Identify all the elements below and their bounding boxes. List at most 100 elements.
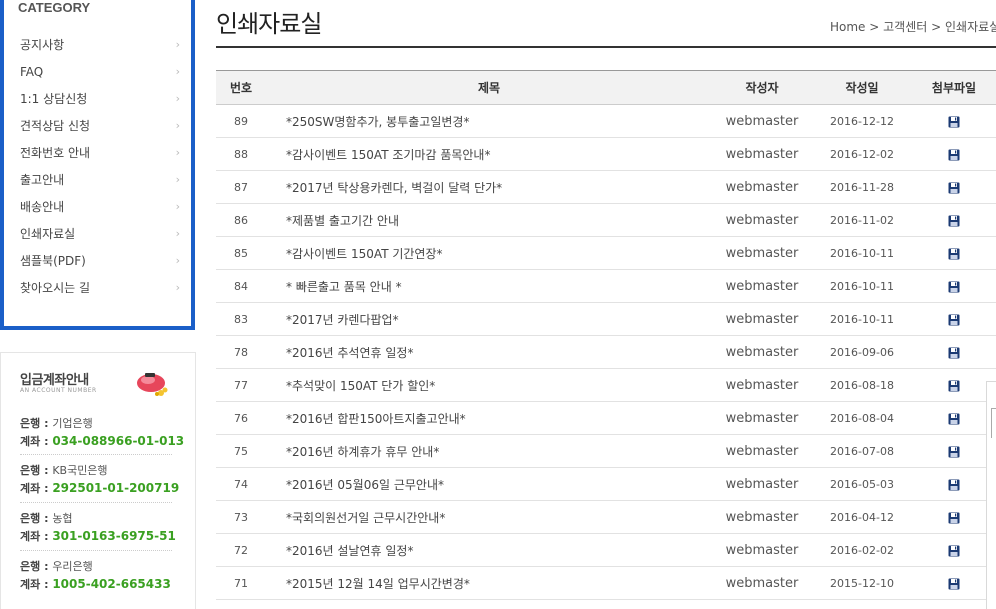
row-date: 2016-12-02 xyxy=(812,137,912,171)
floppy-disk-icon[interactable] xyxy=(948,116,960,128)
row-title-link[interactable]: *2016년 합판150아트지출고안내* xyxy=(266,401,712,435)
row-writer: webmaster xyxy=(712,104,812,138)
chevron-right-icon: › xyxy=(175,92,180,105)
floppy-disk-icon[interactable] xyxy=(948,446,960,458)
row-title-link[interactable]: *2016년 05월06일 근무안내* xyxy=(266,467,712,501)
category-item-label: 찾아오시는 길 xyxy=(20,281,91,295)
floppy-disk-icon[interactable] xyxy=(948,149,960,161)
row-title-link[interactable]: *2015년 12월 14일 업무시간변경* xyxy=(266,566,712,600)
row-attachment[interactable] xyxy=(912,467,996,501)
row-attachment[interactable] xyxy=(912,500,996,534)
table-row: 74 *2016년 05월06일 근무안내* webmaster 2016-05-03 xyxy=(216,467,996,501)
row-writer: webmaster xyxy=(712,335,812,369)
category-item-notice[interactable]: 공지사항 › xyxy=(18,36,184,63)
row-attachment[interactable] xyxy=(912,236,996,270)
floppy-disk-icon[interactable] xyxy=(948,578,960,590)
floppy-disk-icon[interactable] xyxy=(948,413,960,425)
account-label: 계좌 : xyxy=(20,530,53,543)
row-attachment[interactable] xyxy=(912,434,996,468)
row-title-link[interactable]: * 빠른출고 품목 안내 * xyxy=(266,269,712,303)
floppy-disk-icon[interactable] xyxy=(948,248,960,260)
row-number: 73 xyxy=(216,500,266,534)
floppy-disk-icon[interactable] xyxy=(948,380,960,392)
breadcrumb-home[interactable]: Home xyxy=(830,20,865,34)
row-title-link[interactable]: *2017년 카렌다팝업* xyxy=(266,302,712,336)
category-item-label: 출고안내 xyxy=(20,173,65,187)
bank-label: 은행 : xyxy=(20,512,53,525)
row-date: 2016-11-28 xyxy=(812,170,912,204)
row-attachment[interactable] xyxy=(912,335,996,369)
row-writer: webmaster xyxy=(712,533,812,567)
category-item-estimate[interactable]: 견적상담 신청 › xyxy=(18,117,184,144)
floppy-disk-icon[interactable] xyxy=(948,479,960,491)
row-title-link[interactable]: *2017년 탁상용카렌다, 벽걸이 달력 단가* xyxy=(266,170,712,204)
row-writer: webmaster xyxy=(712,467,812,501)
breadcrumb-customer-center[interactable]: 고객센터 xyxy=(883,20,927,34)
row-writer: webmaster xyxy=(712,401,812,435)
breadcrumb-separator: > xyxy=(927,20,945,34)
row-attachment[interactable] xyxy=(912,104,996,138)
category-item-shipping-out[interactable]: 출고안내 › xyxy=(18,171,184,198)
row-title-link[interactable]: *250SW명함추가, 봉투출고일변경* xyxy=(266,104,712,138)
board-table: 번호 제목 작성자 작성일 첨부파일 89 *250SW명함추가, 봉투출고일변경… xyxy=(216,70,996,600)
table-row: 88 *감사이벤트 150AT 조기마감 품목안내* webmaster 2016-1… xyxy=(216,137,996,171)
row-title-link[interactable]: *국회의원선거일 근무시간안내* xyxy=(266,500,712,534)
category-list: 공지사항 › FAQ › 1:1 상담신청 › 견적상담 신청 › 전화번호 안내 › 출… xyxy=(18,36,184,306)
chevron-right-icon: › xyxy=(175,281,180,294)
row-number: 83 xyxy=(216,302,266,336)
row-attachment[interactable] xyxy=(912,302,996,336)
floppy-disk-icon[interactable] xyxy=(948,215,960,227)
category-item-phone[interactable]: 전화번호 안내 › xyxy=(18,144,184,171)
category-item-label: 인쇄자료실 xyxy=(20,227,76,241)
floppy-disk-icon[interactable] xyxy=(948,512,960,524)
floppy-disk-icon[interactable] xyxy=(948,281,960,293)
row-title-link[interactable]: *추석맞이 150AT 단가 할인* xyxy=(266,368,712,402)
bank-label: 은행 : xyxy=(20,560,53,573)
row-attachment[interactable] xyxy=(912,170,996,204)
breadcrumb-separator: > xyxy=(865,20,884,34)
floppy-disk-icon[interactable] xyxy=(948,182,960,194)
account-label: 계좌 : xyxy=(20,578,53,591)
row-number: 71 xyxy=(216,566,266,600)
category-item-print-resources[interactable]: 인쇄자료실 › xyxy=(18,225,184,252)
account-number: 301-0163-6975-51 xyxy=(52,529,176,543)
category-item-consult[interactable]: 1:1 상담신청 › xyxy=(18,90,184,117)
piggy-bank-icon xyxy=(137,373,168,396)
floppy-disk-icon[interactable] xyxy=(948,314,960,326)
chevron-right-icon: › xyxy=(175,119,180,132)
table-row: 83 *2017년 카렌다팝업* webmaster 2016-10-11 xyxy=(216,302,996,336)
bank-label: 은행 : xyxy=(20,464,53,477)
floppy-disk-icon[interactable] xyxy=(948,545,960,557)
row-date: 2016-10-11 xyxy=(812,302,912,336)
category-item-samplebook[interactable]: 샘플북(PDF) › xyxy=(18,252,184,279)
account-label: 계좌 : xyxy=(20,482,53,495)
table-row: 77 *추석맞이 150AT 단가 할인* webmaster 2016-08-18 xyxy=(216,368,996,402)
row-attachment[interactable] xyxy=(912,401,996,435)
bank-name: KB국민은행 xyxy=(52,464,108,477)
row-number: 78 xyxy=(216,335,266,369)
row-attachment[interactable] xyxy=(912,269,996,303)
popup-frame xyxy=(991,408,996,438)
row-attachment[interactable] xyxy=(912,533,996,567)
breadcrumb: Home > 고객센터 > 인쇄자료실 xyxy=(830,18,996,35)
row-attachment[interactable] xyxy=(912,137,996,171)
row-title-link[interactable]: *제품별 출고기간 안내 xyxy=(266,203,712,237)
row-date: 2016-05-03 xyxy=(812,467,912,501)
row-title-link[interactable]: *2016년 하계휴가 휴무 안내* xyxy=(266,434,712,468)
row-number: 85 xyxy=(216,236,266,270)
row-title-link[interactable]: *감사이벤트 150AT 기간연장* xyxy=(266,236,712,270)
row-attachment[interactable] xyxy=(912,203,996,237)
category-item-label: 샘플북(PDF) xyxy=(20,254,86,268)
row-writer: webmaster xyxy=(712,236,812,270)
floppy-disk-icon[interactable] xyxy=(948,347,960,359)
category-item-faq[interactable]: FAQ › xyxy=(18,63,184,90)
row-title-link[interactable]: *감사이벤트 150AT 조기마감 품목안내* xyxy=(266,137,712,171)
row-attachment[interactable] xyxy=(912,368,996,402)
category-item-delivery[interactable]: 배송안내 › xyxy=(18,198,184,225)
account-box: 입금계좌안내 AN ACCOUNT NUMBER 은행 : 기업은행 계좌 : … xyxy=(0,352,196,609)
row-attachment[interactable] xyxy=(912,566,996,600)
divider xyxy=(20,454,172,455)
row-title-link[interactable]: *2016년 추석연휴 일정* xyxy=(266,335,712,369)
row-title-link[interactable]: *2016년 설날연휴 일정* xyxy=(266,533,712,567)
category-item-directions[interactable]: 찾아오시는 길 › xyxy=(18,279,184,306)
